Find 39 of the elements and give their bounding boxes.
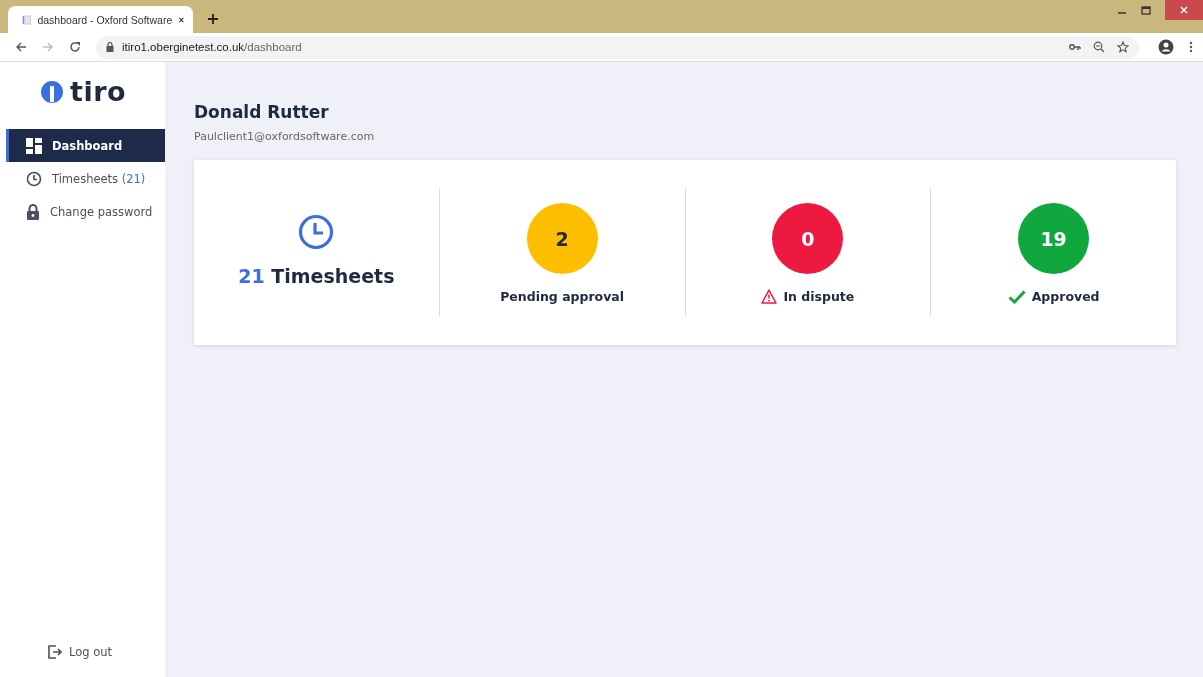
logo-icon xyxy=(39,79,65,104)
warning-icon xyxy=(761,289,778,304)
reload-icon[interactable] xyxy=(69,41,81,53)
lock-icon xyxy=(26,203,40,220)
clock-icon xyxy=(26,170,42,187)
nav-item[interactable]: Dashboard xyxy=(6,129,165,162)
nav-item[interactable]: Timesheets (21) xyxy=(6,162,165,195)
close-icon xyxy=(1179,5,1189,15)
count-circle: 0 xyxy=(772,203,844,274)
exit-icon xyxy=(48,645,62,659)
url-text: itiro1.oberginetest.co.uk/dashboard xyxy=(122,41,303,53)
grid-icon xyxy=(26,137,42,154)
status-label: Pending approval xyxy=(500,289,625,304)
timesheet-total: 21 Timesheets xyxy=(238,265,395,287)
check-icon xyxy=(1007,289,1026,304)
clock-icon xyxy=(298,214,335,250)
count-circle: 19 xyxy=(1018,203,1090,274)
key-icon[interactable] xyxy=(1069,43,1081,51)
zoom-out-icon[interactable] xyxy=(1093,41,1105,53)
back-icon[interactable] xyxy=(15,41,27,53)
account-icon[interactable] xyxy=(1158,39,1174,55)
lock-icon xyxy=(106,42,114,52)
user-name: Donald Rutter xyxy=(194,102,330,122)
browser-tab[interactable]: dashboard - Oxford Software xyxy=(8,6,193,33)
plus-icon[interactable] xyxy=(207,13,219,25)
forward-icon xyxy=(42,41,54,53)
more-icon[interactable] xyxy=(1189,41,1193,53)
page-icon xyxy=(22,12,32,27)
status-label: In dispute xyxy=(783,289,855,304)
tab-title: dashboard - Oxford Software xyxy=(37,13,173,26)
status-label: Approved xyxy=(1031,289,1100,304)
nav-item[interactable]: Change password xyxy=(6,195,165,228)
star-icon[interactable] xyxy=(1117,41,1129,53)
address-field[interactable]: itiro1.oberginetest.co.uk/dashboard xyxy=(96,35,1139,59)
count-circle: 2 xyxy=(526,203,598,274)
user-email: Paulclient1@oxfordsoftware.com xyxy=(194,130,376,143)
restore-icon[interactable] xyxy=(1141,5,1151,15)
logout-link[interactable]: Log out xyxy=(0,645,165,659)
logo-text: tiro xyxy=(70,76,126,107)
